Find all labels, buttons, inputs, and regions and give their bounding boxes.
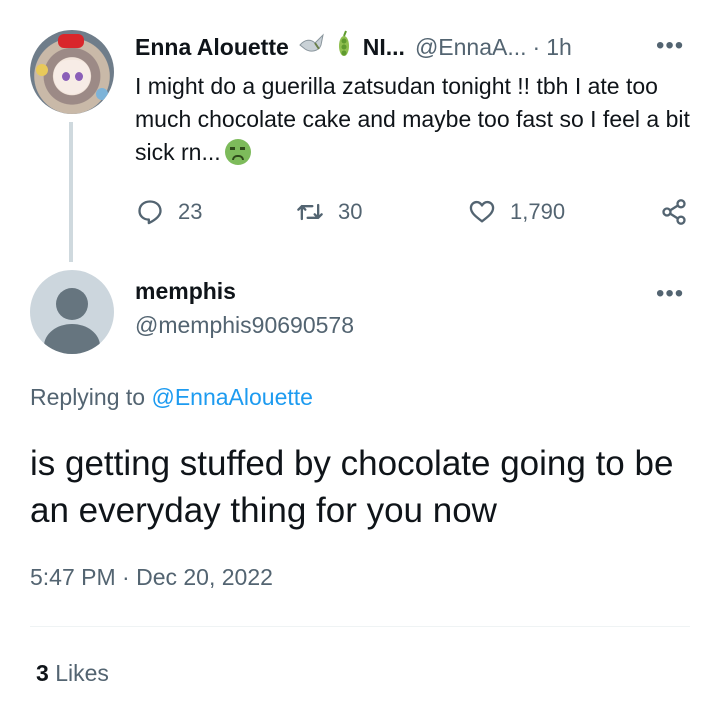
likes-summary[interactable]: 3 Likes [36,660,109,687]
retweet-button[interactable]: 30 [296,196,362,228]
likes-count: 3 [36,660,49,686]
reply-button[interactable]: 23 [136,196,202,228]
author-name-suffix[interactable]: NI... [363,34,405,61]
tweet-time[interactable]: 1h [546,34,572,61]
parent-tweet-text: I might do a guerilla zatsudan tonight !… [135,70,705,169]
more-options-icon[interactable]: ••• [656,32,684,60]
parent-tweet-body: I might do a guerilla zatsudan tonight !… [135,73,690,165]
heart-icon [469,200,495,223]
pea-pod-icon [335,30,353,64]
reply-timestamp[interactable]: 5:47 PM · Dec 20, 2022 [30,564,273,591]
reply-count: 23 [178,199,203,224]
more-options-icon[interactable]: ••• [656,280,684,308]
parent-tweet-header: Enna Alouette NI... @EnnaA... · 1h [135,30,572,64]
replying-to: Replying to @EnnaAlouette [30,384,313,411]
divider [30,626,690,627]
author-name[interactable]: Enna Alouette [135,34,289,61]
separator: · [532,33,541,60]
retweet-icon [297,203,323,221]
likes-label: Likes [55,660,109,686]
nauseated-face-icon [224,139,251,165]
retweet-count: 30 [338,199,363,224]
replying-mention-link[interactable]: @EnnaAlouette [151,384,312,410]
like-button[interactable]: 1,790 [468,196,565,228]
thread-line [69,122,73,262]
share-button[interactable] [660,196,702,228]
author-handle[interactable]: @EnnaA... [415,34,527,61]
enna-avatar[interactable] [30,30,114,114]
dove-icon [297,31,327,63]
like-count: 1,790 [510,199,566,224]
reply-author-handle[interactable]: @memphis90690578 [135,312,354,339]
memphis-avatar[interactable] [30,270,114,354]
reply-icon [138,200,162,225]
replying-label: Replying to [30,384,146,410]
reply-tweet-text: is getting stuffed by chocolate going to… [30,444,674,530]
reply-author-name[interactable]: memphis [135,278,236,305]
share-icon [662,199,686,225]
